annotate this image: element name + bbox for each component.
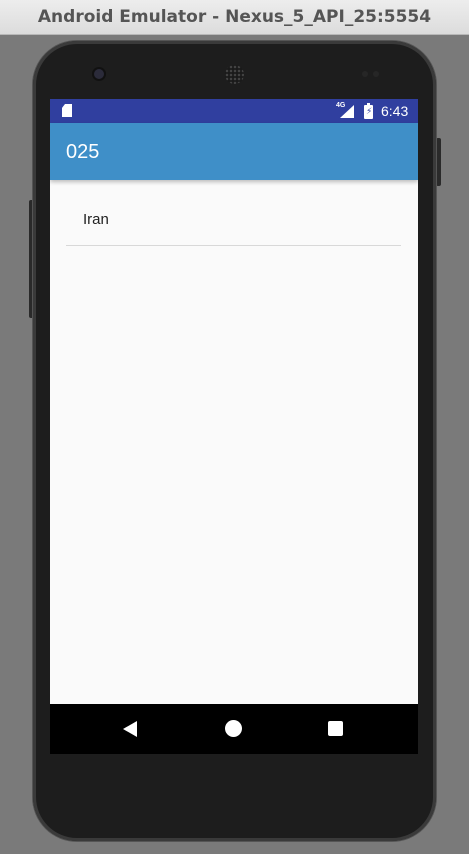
status-clock: 6:43 — [381, 103, 409, 119]
sensor-dot — [362, 71, 368, 77]
sensor-dot — [373, 71, 379, 77]
window-title: Android Emulator - Nexus_5_API_25:5554 — [0, 0, 469, 35]
list-item[interactable]: Iran — [66, 194, 401, 246]
sd-card-icon — [62, 104, 72, 117]
status-bar: 4G ⚡ 6:43 — [50, 99, 418, 123]
battery-charging-icon: ⚡ — [364, 103, 373, 119]
app-bar: 025 — [50, 123, 418, 180]
power-button[interactable] — [436, 138, 441, 186]
network-type-label: 4G — [336, 102, 346, 109]
back-icon[interactable] — [123, 721, 137, 737]
recents-icon[interactable] — [328, 721, 343, 736]
device-screen: 4G ⚡ 6:43 025 Iran — [50, 99, 418, 754]
country-list: Iran — [66, 194, 401, 246]
page-title: 025 — [66, 141, 100, 163]
camera-icon — [94, 69, 104, 79]
home-icon[interactable] — [225, 720, 242, 737]
speaker-grille — [225, 65, 244, 84]
navigation-bar — [50, 704, 418, 754]
